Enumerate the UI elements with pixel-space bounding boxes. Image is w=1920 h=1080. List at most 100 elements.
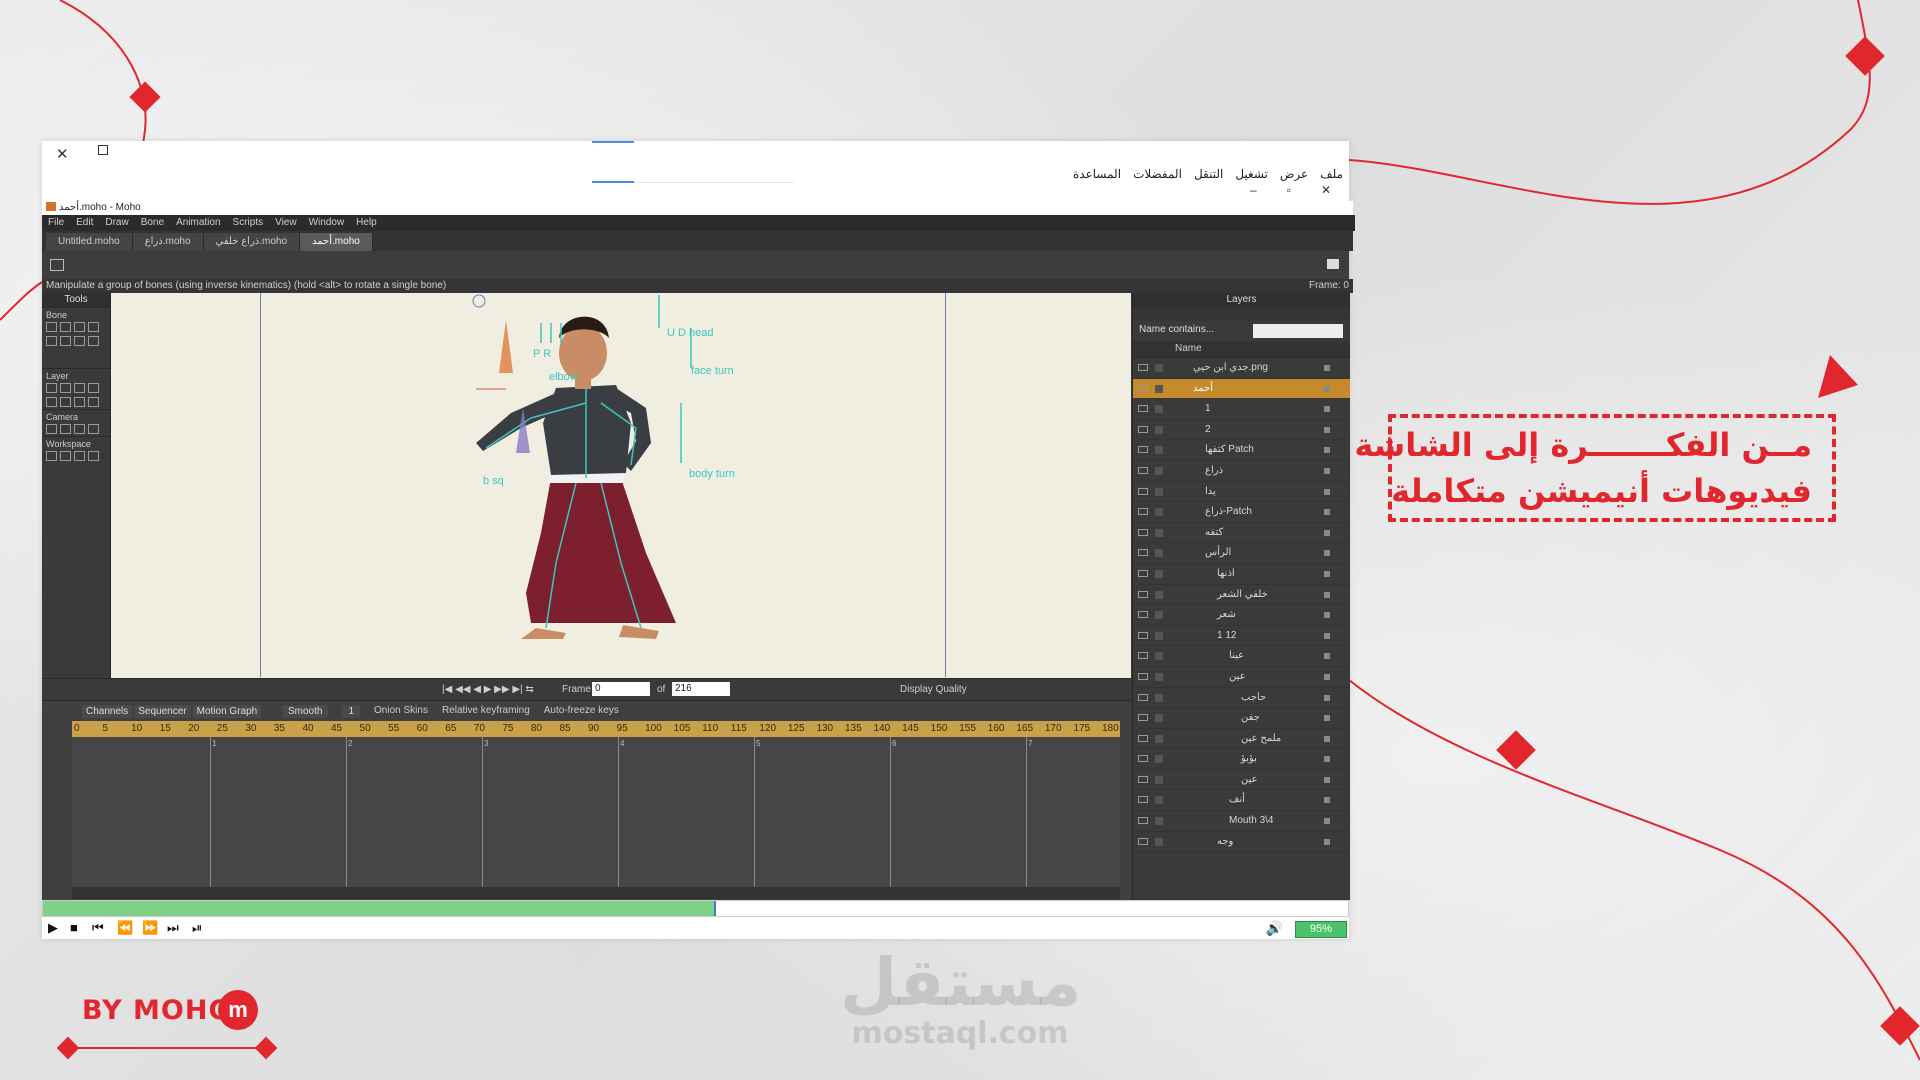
layer-visibility-checkbox[interactable]	[1155, 405, 1163, 414]
fast-forward-icon[interactable]: ⏩	[142, 920, 158, 936]
menu-favorites[interactable]: المفضلات	[1133, 167, 1182, 181]
eye-icon[interactable]	[1138, 796, 1148, 804]
eye-icon[interactable]	[1138, 775, 1148, 783]
display-quality-label[interactable]: Display Quality	[900, 684, 967, 695]
layer-visibility-checkbox[interactable]	[1155, 714, 1163, 723]
relative-keyframing-checkbox[interactable]: Relative keyframing	[442, 705, 530, 718]
layer-visibility-checkbox[interactable]	[1155, 569, 1163, 578]
layer-visibility-checkbox[interactable]	[1155, 796, 1163, 805]
layer-visibility-checkbox[interactable]	[1155, 631, 1163, 640]
book-icon[interactable]	[1327, 259, 1339, 269]
eye-icon[interactable]	[1138, 364, 1148, 371]
layer-row[interactable]: عين	[1133, 667, 1350, 688]
layer-row[interactable]: حاجب	[1133, 688, 1350, 709]
layer-visibility-checkbox[interactable]	[1155, 672, 1163, 681]
layer-visibility-checkbox[interactable]	[1155, 693, 1163, 702]
tab-channels[interactable]: Channels	[82, 705, 133, 718]
layer-visibility-checkbox[interactable]	[1155, 466, 1163, 475]
total-frames-input[interactable]: 216	[672, 682, 730, 696]
filter-input[interactable]	[1253, 324, 1343, 338]
layer-visibility-checkbox[interactable]	[1155, 817, 1163, 826]
layer-visibility-checkbox[interactable]	[1155, 837, 1163, 846]
eye-icon[interactable]	[1138, 384, 1148, 392]
close-icon[interactable]: ✕	[1321, 183, 1331, 197]
tab-back-arm[interactable]: ذراع خلفي.moho	[203, 233, 301, 251]
eye-icon[interactable]	[1138, 611, 1148, 619]
timeline-ruler[interactable]: 0 5 10 15 20 25 30 35 40 45 50 55 60 65 70 75 80 85 90 95 10…	[72, 721, 1120, 737]
eye-icon[interactable]	[1138, 714, 1148, 722]
roll-camera-icon[interactable]	[74, 424, 85, 434]
layer-row[interactable]: كتفه	[1133, 523, 1350, 544]
eye-icon[interactable]	[1138, 837, 1148, 845]
eye-icon[interactable]	[1138, 528, 1148, 536]
next-icon[interactable]: ⏭	[167, 920, 179, 936]
layer-row[interactable]: ذراع	[1133, 461, 1350, 482]
layer-row[interactable]: 1 12	[1133, 626, 1350, 647]
scale-bone-icon[interactable]	[74, 322, 85, 332]
layer-row[interactable]: عين	[1133, 770, 1350, 791]
layer-row[interactable]: Mouth 3\4	[1133, 811, 1350, 832]
tool-option-icon[interactable]	[50, 259, 64, 271]
menu-scripts[interactable]: Scripts	[233, 215, 264, 231]
layer-visibility-checkbox[interactable]	[1155, 446, 1163, 455]
layer-row[interactable]: اذنها	[1133, 564, 1350, 585]
layer-visibility-checkbox[interactable]	[1155, 508, 1163, 517]
menu-bone[interactable]: Bone	[141, 215, 164, 231]
orbit-icon[interactable]	[88, 451, 99, 461]
layer-row[interactable]: أنف	[1133, 790, 1350, 812]
eye-icon[interactable]	[1138, 652, 1148, 660]
text-tool-icon[interactable]	[74, 397, 85, 407]
interpolation-number[interactable]: 1	[342, 705, 361, 718]
layer-row[interactable]: أحمد	[1133, 378, 1350, 400]
rotate-bone-icon[interactable]	[88, 322, 99, 332]
layer-row[interactable]: الرأس	[1133, 543, 1350, 564]
eye-icon[interactable]	[1138, 425, 1148, 433]
layer-row[interactable]: عينا	[1133, 646, 1350, 667]
tab-sequencer[interactable]: Sequencer	[134, 705, 191, 718]
stage-canvas[interactable]: U D head face turn body turn b sq P R el…	[111, 293, 1131, 678]
layer-row[interactable]: وجه	[1133, 832, 1350, 853]
layer-row[interactable]: يدا	[1133, 482, 1350, 503]
layer-visibility-checkbox[interactable]	[1155, 528, 1163, 537]
eye-icon[interactable]	[1138, 590, 1148, 598]
hand-icon[interactable]	[46, 451, 57, 461]
frame-step-icon[interactable]: ⏯	[192, 920, 202, 936]
layer-row[interactable]: بؤبؤ	[1133, 749, 1350, 770]
rotate-workspace-icon[interactable]	[74, 451, 85, 461]
volume-icon[interactable]: 🔊	[1266, 920, 1283, 937]
eye-icon[interactable]	[1138, 466, 1148, 474]
layer-visibility-checkbox[interactable]	[1155, 775, 1163, 784]
timeline-track-area[interactable]: 1 2 3 4 5 6 7	[72, 737, 1120, 887]
add-bone-icon[interactable]	[46, 336, 57, 346]
maximize-icon[interactable]: ▫	[1287, 183, 1291, 197]
translate-bone-icon[interactable]	[60, 322, 71, 332]
layer-row[interactable]: ملمح عين	[1133, 729, 1350, 750]
volume-level[interactable]: 95%	[1295, 921, 1347, 938]
eye-icon[interactable]	[1138, 631, 1148, 639]
layer-visibility-checkbox[interactable]	[1155, 487, 1163, 496]
layer-row[interactable]: خلفي الشعر	[1133, 585, 1350, 606]
onion-skins-toggle[interactable]: Onion Skins	[374, 705, 428, 718]
zoom-camera-icon[interactable]	[60, 424, 71, 434]
tab-untitled[interactable]: Untitled.moho	[46, 233, 133, 251]
previous-icon[interactable]: ⏮	[92, 920, 104, 936]
menu-file[interactable]: ملف	[1320, 167, 1343, 181]
menu-help[interactable]: المساعدة	[1073, 167, 1121, 181]
eye-icon[interactable]	[1138, 755, 1148, 763]
layer-row[interactable]: ذراع-Patch	[1133, 502, 1350, 523]
pencil-icon[interactable]	[88, 397, 99, 407]
eye-icon[interactable]	[1138, 446, 1148, 454]
eye-icon[interactable]	[1138, 487, 1148, 495]
layer-row[interactable]: كتفها Patch	[1133, 440, 1350, 461]
eye-icon[interactable]	[1138, 405, 1148, 413]
rewind-icon[interactable]: ⏪	[117, 920, 133, 936]
filter-select[interactable]: Name contains...	[1139, 324, 1214, 335]
bone-strength-icon[interactable]	[74, 336, 85, 346]
eye-icon[interactable]	[1138, 549, 1148, 557]
layer-row[interactable]: 1	[1133, 399, 1350, 420]
zoom-icon[interactable]	[60, 451, 71, 461]
progress-cursor[interactable]	[713, 901, 716, 916]
close-icon[interactable]: ✕	[56, 145, 69, 163]
layer-visibility-checkbox[interactable]	[1155, 755, 1163, 764]
eye-icon[interactable]	[1138, 672, 1148, 680]
